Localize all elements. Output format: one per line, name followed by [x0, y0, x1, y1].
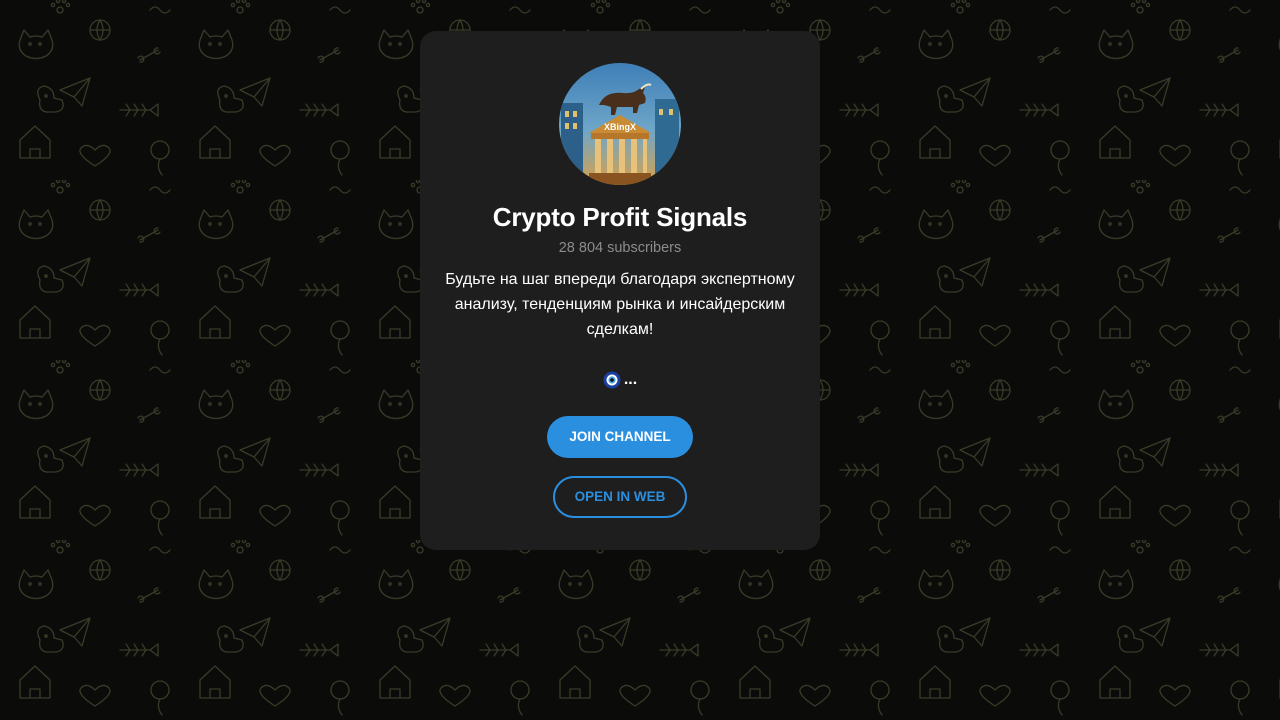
- avatar-logo-text: XBingX: [604, 122, 636, 132]
- channel-avatar: XBingX: [559, 63, 681, 185]
- open-in-web-button[interactable]: OPEN IN WEB: [553, 476, 687, 518]
- channel-title: Crypto Profit Signals: [492, 202, 748, 232]
- subscriber-count: 28 804 subscribers: [558, 240, 682, 256]
- channel-card: XBingX Crypto Profit Signals 28 804 subs…: [420, 31, 820, 550]
- join-channel-button[interactable]: JOIN CHANNEL: [547, 416, 693, 458]
- description-more: ...: [420, 369, 820, 391]
- ellipsis-text: ...: [623, 371, 638, 388]
- nazar-amulet-icon: [603, 371, 621, 389]
- channel-description: Будьте на шаг впереди благодаря экспертн…: [445, 271, 795, 338]
